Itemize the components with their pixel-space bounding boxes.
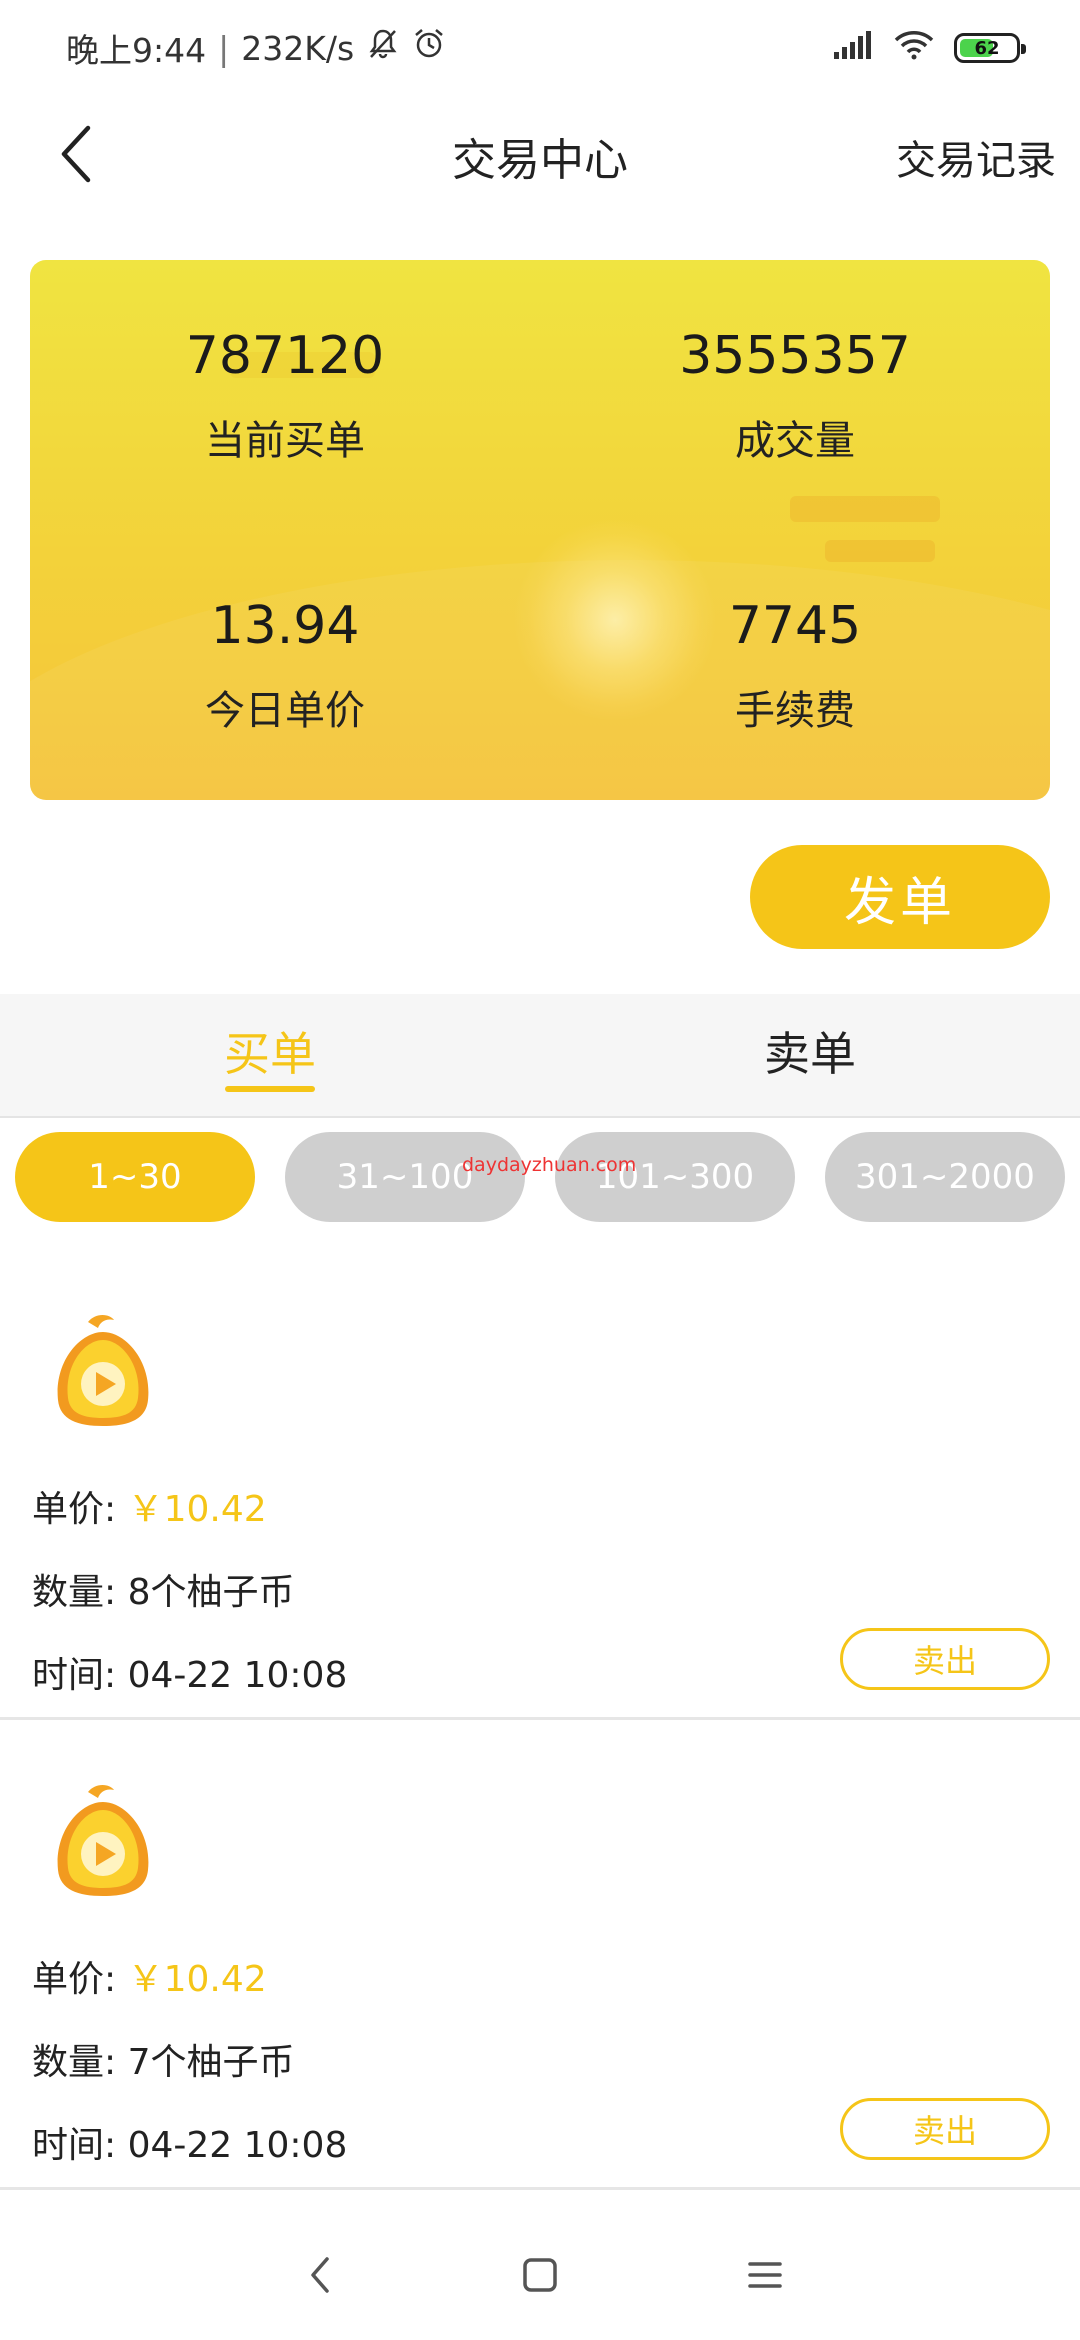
app-header: 交易中心 交易记录 — [0, 96, 1080, 216]
nav-home-button[interactable] — [500, 2235, 580, 2315]
order-quantity: 数量: 7个柚子币 — [32, 2042, 295, 2083]
nav-back-icon — [311, 2257, 329, 2293]
filter-301-2000[interactable]: 301~2000 — [825, 1132, 1065, 1222]
post-order-button[interactable]: 发单 — [750, 845, 1050, 949]
stat-value: 787120 — [185, 326, 385, 386]
stat-value: 13.94 — [210, 596, 360, 656]
filter-1-30[interactable]: 1~30 — [15, 1132, 255, 1222]
order-time: 时间: 04-22 10:08 — [32, 1655, 348, 1696]
stat-label: 今日单价 — [205, 688, 365, 734]
stat-value: 7745 — [728, 596, 862, 656]
stats-card: 787120 当前买单 3555357 成交量 13.94 今日单价 7745 … — [30, 260, 1050, 800]
order-price: 单价: ￥10.42 — [32, 1480, 267, 1532]
stat-label: 成交量 — [735, 418, 855, 464]
order-item: 单价: ￥10.42 数量: 8个柚子币 时间: 04-22 10:08 卖出 — [0, 1250, 1080, 1720]
order-time: 时间: 04-22 10:08 — [32, 2125, 348, 2166]
nav-menu-icon — [748, 2262, 782, 2288]
battery-icon: 62 — [954, 33, 1026, 63]
bell-off-icon — [366, 27, 400, 69]
card-decoration-mark — [825, 540, 935, 562]
range-filters: 1~30 31~100 101~300 301~2000 — [15, 1132, 1065, 1224]
sell-button[interactable]: 卖出 — [840, 2098, 1050, 2160]
status-bar: 晚上9:44 | 232K/s 62 — [0, 0, 1080, 96]
stat-label: 手续费 — [735, 688, 855, 734]
order-price: 单价: ￥10.42 — [32, 1950, 267, 2002]
stat-trade-volume: 3555357 成交量 — [540, 326, 1050, 466]
stat-fee: 7745 手续费 — [540, 596, 1050, 736]
stat-current-buy-orders: 787120 当前买单 — [30, 326, 540, 466]
price-value: ￥10.42 — [127, 1959, 267, 2000]
price-label: 单价: — [32, 1489, 128, 1530]
order-item: 单价: ￥10.42 数量: 7个柚子币 时间: 04-22 10:08 卖出 — [0, 1720, 1080, 2190]
status-time: 晚上9:44 — [66, 31, 207, 70]
status-separator: | — [218, 28, 230, 68]
filter-101-300[interactable]: 101~300 — [555, 1132, 795, 1222]
status-left: 晚上9:44 | 232K/s — [66, 24, 446, 72]
tab-sell-orders[interactable]: 卖单 — [540, 994, 1080, 1116]
tab-label: 买单 — [224, 1027, 316, 1081]
alarm-icon — [412, 27, 446, 69]
stat-label: 当前买单 — [205, 418, 365, 464]
status-right: 62 — [832, 29, 1026, 68]
transaction-records-link[interactable]: 交易记录 — [896, 128, 1056, 186]
sell-button[interactable]: 卖出 — [840, 1628, 1050, 1690]
card-decoration-mark — [790, 496, 940, 522]
network-speed: 232K/s — [241, 28, 355, 68]
wifi-icon — [894, 29, 934, 68]
tab-label: 卖单 — [764, 1027, 856, 1081]
nav-menu-button[interactable] — [725, 2235, 805, 2315]
order-quantity: 数量: 8个柚子币 — [32, 1572, 295, 1613]
stat-today-price: 13.94 今日单价 — [30, 596, 540, 736]
battery-level: 62 — [974, 37, 1000, 59]
price-label: 单价: — [32, 1959, 128, 2000]
nav-home-icon — [523, 2258, 557, 2292]
filter-31-100[interactable]: 31~100 — [285, 1132, 525, 1222]
yuzi-coin-logo-icon — [57, 1785, 149, 1896]
price-value: ￥10.42 — [127, 1489, 267, 1530]
stat-value: 3555357 — [679, 326, 911, 386]
tab-buy-orders[interactable]: 买单 — [0, 994, 540, 1116]
active-tab-underline — [225, 1086, 315, 1092]
nav-back-button[interactable] — [280, 2235, 360, 2315]
order-tabs: 买单 卖单 — [0, 994, 1080, 1118]
yuzi-coin-logo-icon — [57, 1315, 149, 1426]
signal-icon — [832, 29, 874, 68]
system-nav-bar — [0, 2210, 1080, 2340]
